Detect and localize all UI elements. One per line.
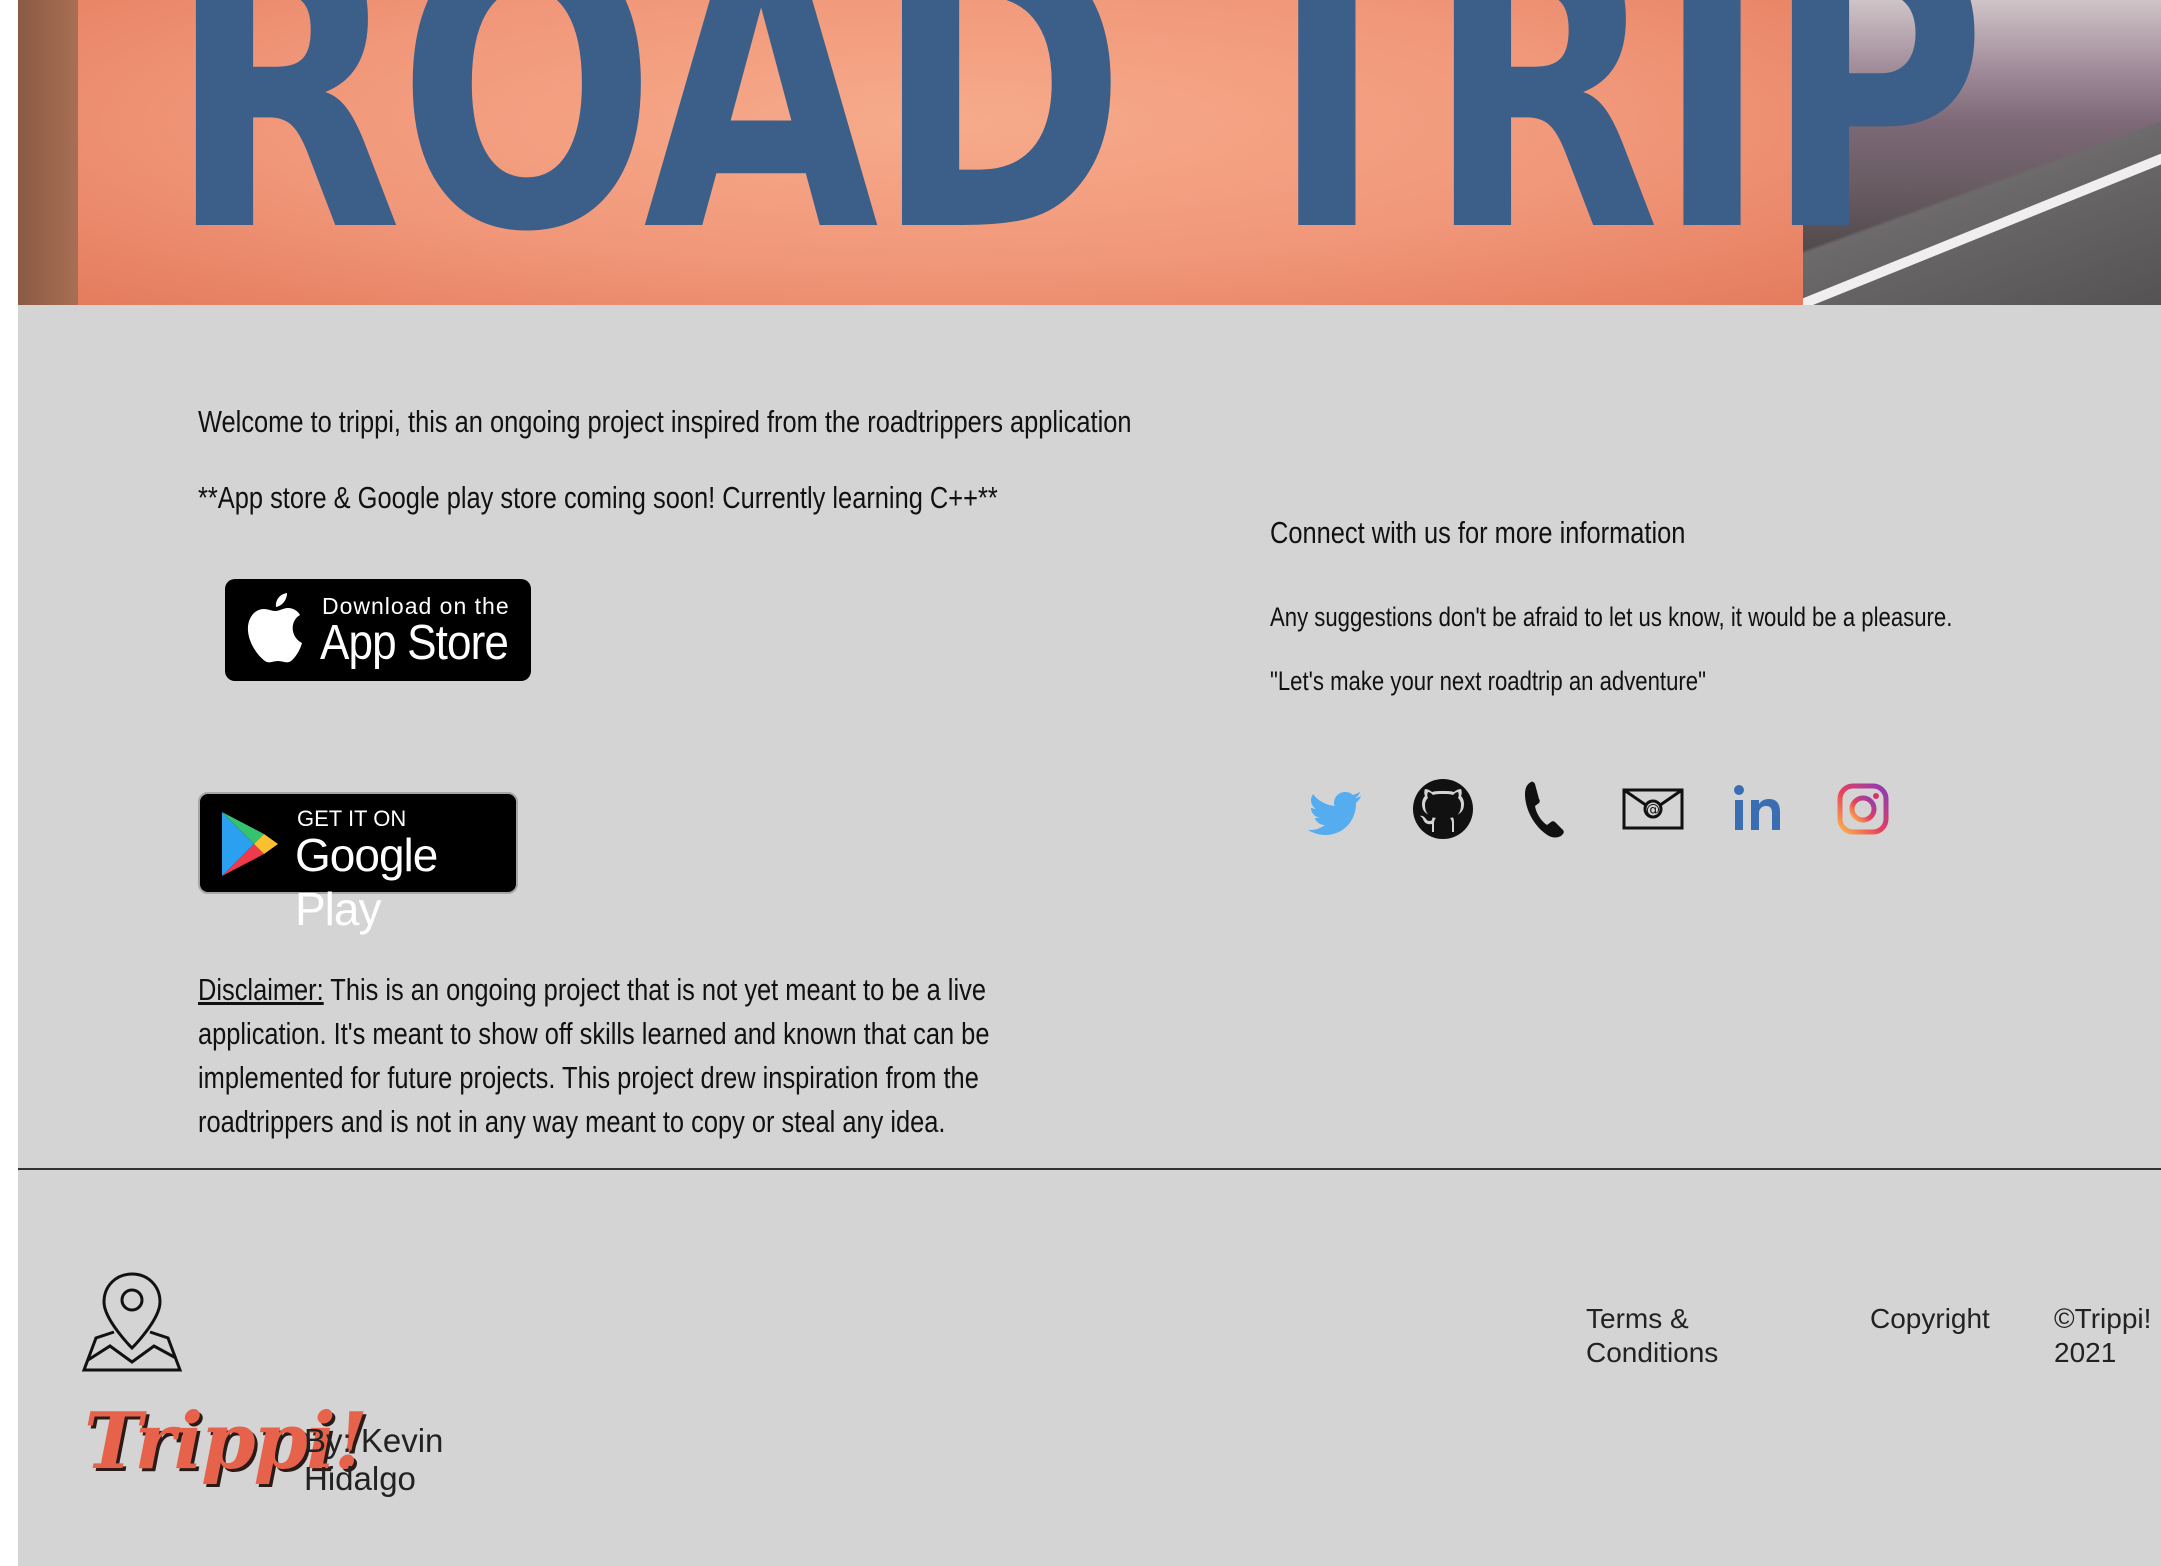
google-play-button[interactable]: GET IT ON Google Play	[198, 792, 518, 935]
email-icon: @	[1622, 788, 1684, 830]
disclaimer-label: Disclaimer:	[198, 972, 324, 1007]
suggestions-text: Any suggestions don't be afraid to let u…	[1270, 602, 1953, 632]
apple-icon	[247, 593, 302, 663]
instagram-link[interactable]	[1830, 776, 1896, 842]
app-store-button[interactable]: Download on the App Store	[225, 579, 531, 681]
hero-banner: ROAD TRIP	[18, 0, 2161, 305]
instagram-icon	[1837, 783, 1889, 835]
hero-sign: ROAD TRIP	[78, 0, 1987, 305]
github-link[interactable]	[1410, 776, 1476, 842]
copyright-year: ©Trippi! 2021	[2054, 1303, 2152, 1368]
twitter-icon	[1308, 792, 1361, 835]
github-icon	[1413, 779, 1473, 839]
byline: By: Kevin Hidalgo	[304, 1422, 444, 1497]
app-store-label: App Store	[320, 616, 509, 670]
footer-divider	[18, 1168, 2161, 1170]
terms-link[interactable]: Terms & Conditions	[1586, 1302, 1766, 1370]
copyright-link[interactable]: Copyright	[1870, 1302, 1990, 1336]
quote-text: "Let's make your next roadtrip an advent…	[1270, 666, 1706, 696]
google-play-label: Google Play	[295, 829, 438, 935]
google-play-icon	[222, 812, 278, 876]
linkedin-icon	[1734, 785, 1780, 830]
twitter-link[interactable]	[1305, 776, 1371, 842]
page: ROAD TRIP Welcome to trippi, this an ong…	[18, 0, 2161, 1566]
coming-soon-text: **App store & Google play store coming s…	[198, 480, 998, 515]
svg-text:@: @	[1646, 802, 1660, 818]
hero-title: ROAD TRIP	[168, 0, 1987, 305]
connect-heading: Connect with us for more information	[1270, 515, 1686, 550]
linkedin-link[interactable]	[1725, 776, 1791, 842]
phone-link[interactable]	[1515, 776, 1581, 842]
welcome-text: Welcome to trippi, this an ongoing proje…	[198, 404, 1132, 439]
phone-icon	[1525, 781, 1564, 838]
email-link[interactable]: @	[1620, 776, 1686, 842]
disclaimer: Disclaimer: This is an ongoing project t…	[198, 968, 1018, 1144]
map-pin-icon	[81, 1272, 183, 1372]
